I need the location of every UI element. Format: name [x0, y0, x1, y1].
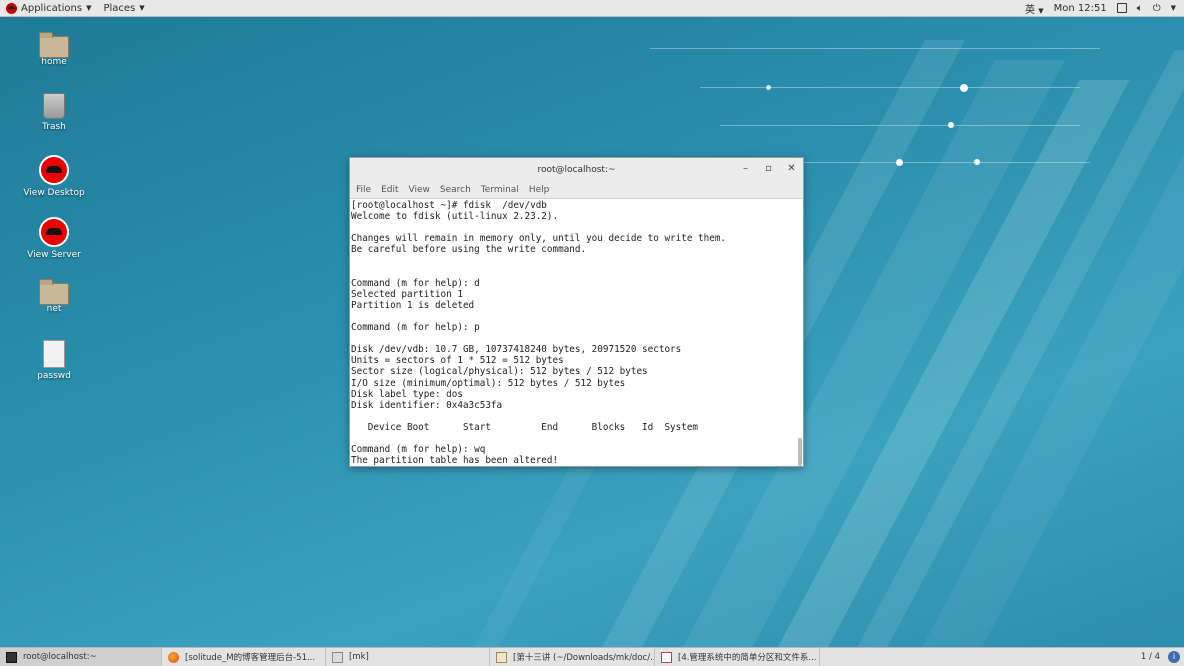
text-editor-icon	[496, 651, 507, 663]
terminal-line: Command (m for help): p	[351, 322, 480, 334]
close-button[interactable]: ✕	[786, 163, 797, 174]
redhat-icon	[39, 155, 69, 185]
taskbar: root@localhost:~ [solitude_M的博客管理后台-51..…	[0, 647, 1184, 666]
workspace-indicator[interactable]: 1 / 4	[1141, 652, 1160, 662]
menu-view[interactable]: View	[409, 185, 430, 195]
terminal-line: Units = sectors of 1 * 512 = 512 bytes	[351, 355, 564, 367]
clock[interactable]: Mon 12:51	[1054, 3, 1107, 14]
taskbar-item-firefox[interactable]: [solitude_M的博客管理后台-51...	[162, 648, 326, 666]
terminal-line: Disk label type: dos	[351, 388, 463, 400]
file-manager-icon	[332, 651, 343, 663]
terminal-line: I/O size (minimum/optimal): 512 bytes / …	[351, 377, 626, 389]
terminal-line: Command (m for help): d	[351, 277, 480, 289]
menu-edit[interactable]: Edit	[381, 185, 398, 195]
terminal-line: Be careful before using the write comman…	[351, 244, 587, 256]
taskbar-item-terminal[interactable]: root@localhost:~	[0, 648, 162, 666]
locked-file-icon	[43, 340, 65, 368]
volume-icon[interactable]: 🔈︎	[1137, 3, 1143, 14]
terminal-icon	[6, 651, 17, 663]
home-folder-icon	[39, 32, 69, 58]
window-title: root@localhost:~	[537, 165, 616, 175]
terminal-line: Device Boot Start End Blocks Id System	[351, 421, 699, 433]
firefox-icon	[168, 651, 179, 663]
terminal-scrollbar[interactable]	[798, 438, 802, 466]
taskbar-item-label: [solitude_M的博客管理后台-51...	[185, 653, 316, 663]
menu-search[interactable]: Search	[440, 185, 471, 195]
terminal-line: Command (m for help): wq	[351, 444, 486, 456]
taskbar-item-text-editor[interactable]: [第十三讲 (~/Downloads/mk/doc/...	[490, 648, 655, 666]
desktop-icon-view-desktop[interactable]: View Desktop	[14, 155, 94, 198]
chevron-down-icon[interactable]: ▼	[1171, 4, 1176, 12]
window-icon[interactable]	[1116, 3, 1127, 13]
redhat-logo-icon	[6, 2, 17, 14]
terminal-line: [root@localhost ~]# fdisk /dev/vdb	[351, 200, 547, 211]
chevron-down-icon: ▼	[139, 4, 145, 12]
places-menu[interactable]: Places ▼	[97, 0, 150, 17]
input-method-indicator[interactable]: 英 ▼	[1025, 1, 1044, 16]
terminal-menubar: File Edit View Search Terminal Help	[350, 182, 803, 199]
system-tray: 英 ▼ Mon 12:51 🔈︎ ⏻ ▼	[1025, 0, 1184, 17]
desktop-icon-home[interactable]: home	[14, 32, 94, 67]
redhat-icon	[39, 217, 69, 247]
chevron-down-icon: ▼	[86, 4, 92, 12]
taskbar-item-document-viewer[interactable]: [4.管理系统中的简单分区和文件系...	[655, 648, 820, 666]
maximize-button[interactable]: ▫	[763, 163, 774, 174]
taskbar-item-file-manager[interactable]: [mk]	[326, 648, 490, 666]
menu-help[interactable]: Help	[529, 185, 550, 195]
minimize-button[interactable]: –	[740, 163, 751, 174]
taskbar-item-label: [mk]	[349, 652, 369, 662]
desktop-icon-label: home	[41, 57, 67, 67]
top-panel: Applications ▼ Places ▼ 英 ▼ Mon 12:51 🔈︎…	[0, 0, 1184, 17]
desktop-icon-passwd[interactable]: passwd	[14, 340, 94, 381]
input-method-label: 英	[1025, 4, 1036, 16]
desktop-icon-label: passwd	[37, 371, 71, 381]
desktop-icon-label: net	[46, 304, 62, 314]
window-titlebar[interactable]: root@localhost:~ – ▫ ✕	[350, 158, 803, 182]
terminal-window[interactable]: root@localhost:~ – ▫ ✕ File Edit View Se…	[349, 157, 804, 467]
applications-menu-label: Applications	[21, 2, 83, 14]
taskbar-item-label: [第十三讲 (~/Downloads/mk/doc/...	[513, 653, 655, 663]
pdf-icon	[661, 651, 672, 663]
places-menu-label: Places	[103, 2, 136, 14]
taskbar-item-label: [4.管理系统中的简单分区和文件系...	[678, 653, 817, 663]
terminal-line: Sector size (logical/physical): 512 byte…	[351, 366, 648, 378]
desktop-icon-view-server[interactable]: View Server	[14, 217, 94, 260]
terminal-line: Partition 1 is deleted	[351, 299, 475, 311]
desktop-icon-net[interactable]: net	[14, 279, 94, 314]
terminal-output[interactable]: [root@localhost ~]# fdisk /dev/vdb Welcom…	[350, 200, 795, 466]
terminal-line: Disk /dev/vdb: 10.7 GB, 10737418240 byte…	[351, 344, 682, 356]
folder-icon	[39, 279, 69, 305]
taskbar-item-label: root@localhost:~	[23, 652, 97, 662]
terminal-line: Selected partition 1	[351, 288, 463, 300]
desktop-icon-label: View Server	[27, 250, 81, 260]
power-icon[interactable]: ⏻	[1153, 3, 1161, 14]
terminal-line: Welcome to fdisk (util-linux 2.23.2).	[351, 211, 559, 223]
menu-terminal[interactable]: Terminal	[481, 185, 519, 195]
menu-file[interactable]: File	[356, 185, 371, 195]
desktop-icon-label: Trash	[42, 122, 66, 132]
trash-icon	[43, 93, 65, 119]
terminal-line: Disk identifier: 0x4a3c53fa	[351, 399, 503, 411]
desktop-icon-trash[interactable]: Trash	[14, 93, 94, 132]
desktop-icon-label: View Desktop	[23, 188, 85, 198]
terminal-line: The partition table has been altered!	[351, 455, 559, 466]
terminal-line: Changes will remain in memory only, unti…	[351, 233, 727, 245]
chevron-down-icon: ▼	[1038, 6, 1044, 15]
notification-icon[interactable]: i	[1168, 651, 1180, 663]
applications-menu[interactable]: Applications ▼	[0, 0, 97, 17]
